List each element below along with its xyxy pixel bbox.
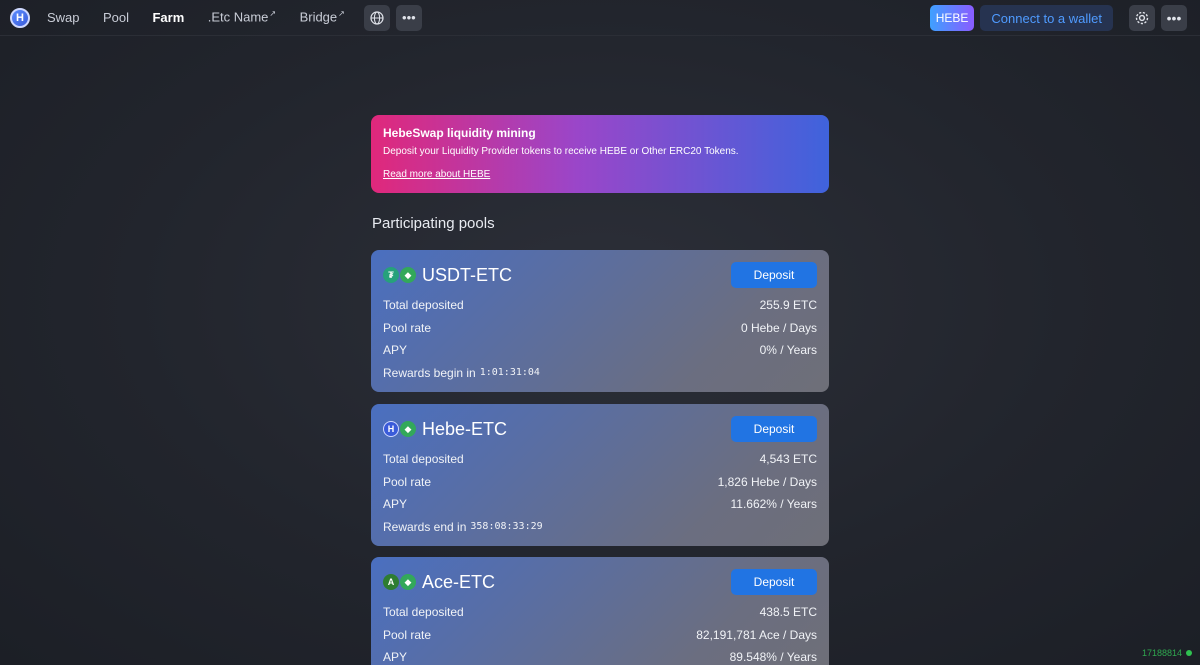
nav-swap[interactable]: Swap xyxy=(47,10,80,25)
top-navbar: H Swap Pool Farm .Etc Name↗ Bridge↗ ••• … xyxy=(0,0,1200,36)
hebeswap-logo[interactable]: H xyxy=(10,7,30,28)
nav-farm[interactable]: Farm xyxy=(152,10,184,25)
ellipsis-icon: ••• xyxy=(402,10,416,25)
hebe-token-icon: H xyxy=(383,421,399,437)
etc-token-icon: ◆ xyxy=(400,267,416,283)
banner-description: Deposit your Liquidity Provider tokens t… xyxy=(383,146,739,157)
external-link-icon: ↗ xyxy=(269,9,277,19)
apy-value: 89.548% / Years xyxy=(729,650,817,665)
nav-bridge-label: Bridge xyxy=(299,9,338,25)
apy-value: 11.662% / Years xyxy=(730,497,817,512)
hebe-token-badge[interactable]: HEBE xyxy=(929,5,975,31)
rewards-label: Rewards end in xyxy=(383,519,467,534)
total-deposited-value: 255.9 ETC xyxy=(759,298,817,313)
total-deposited-value: 438.5 ETC xyxy=(759,605,817,620)
section-title: Participating pools xyxy=(372,215,495,232)
external-link-icon: ↗ xyxy=(338,9,345,19)
pool-rate-value: 1,826 Hebe / Days xyxy=(717,474,817,489)
deposit-button[interactable]: Deposit xyxy=(731,569,817,595)
pool-card-hebe-etc: H ◆ Hebe-ETC Deposit Total deposited 4,54… xyxy=(371,404,829,546)
rewards-timer: 358:08:33:29 xyxy=(470,521,543,533)
pool-rate-value: 82,191,781 Ace / Days xyxy=(696,627,817,642)
apy-label: APY xyxy=(383,650,408,665)
total-deposited-value: 4,543 ETC xyxy=(759,452,817,467)
pool-card-ace-etc: A ◆ Ace-ETC Deposit Total deposited 438.5… xyxy=(371,557,829,665)
overflow-menu-button[interactable]: ••• xyxy=(1161,5,1187,31)
gear-icon xyxy=(1135,11,1149,25)
rewards-label: Rewards begin in xyxy=(383,365,476,380)
pool-card-usdt-etc: ₮ ◆ USDT-ETC Deposit Total deposited 255.… xyxy=(371,250,829,392)
nav-pool[interactable]: Pool xyxy=(103,10,129,25)
pool-rate-label: Pool rate xyxy=(383,474,432,489)
pool-name: Hebe-ETC xyxy=(422,418,508,439)
apy-label: APY xyxy=(383,497,408,512)
nav-bridge[interactable]: Bridge↗ xyxy=(300,9,345,24)
total-deposited-label: Total deposited xyxy=(383,298,464,313)
settings-button[interactable] xyxy=(1129,5,1155,31)
pool-rate-label: Pool rate xyxy=(383,627,432,642)
total-deposited-label: Total deposited xyxy=(383,452,464,467)
etc-token-icon: ◆ xyxy=(400,574,416,590)
etc-token-icon: ◆ xyxy=(400,421,416,437)
pool-rate-value: 0 Hebe / Days xyxy=(740,320,817,335)
language-globe-button[interactable] xyxy=(363,4,390,31)
apy-label: APY xyxy=(383,343,408,358)
pool-name: Ace-ETC xyxy=(422,571,496,592)
header-right-group: HEBE Connect to a wallet ••• xyxy=(929,5,1187,31)
block-number: 17188814 xyxy=(1141,648,1182,658)
read-more-link[interactable]: Read more about HEBE xyxy=(383,169,490,180)
block-number-indicator[interactable]: 17188814 xyxy=(1142,648,1192,658)
deposit-button[interactable]: Deposit xyxy=(731,262,817,288)
nav-etc-name-label: .Etc Name xyxy=(207,9,269,25)
connect-wallet-button[interactable]: Connect to a wallet xyxy=(980,5,1113,31)
pool-rate-label: Pool rate xyxy=(383,320,432,335)
nav-etc-name[interactable]: .Etc Name↗ xyxy=(208,9,276,24)
status-dot-icon xyxy=(1186,650,1192,656)
banner-title: HebeSwap liquidity mining xyxy=(383,126,536,140)
pool-name: USDT-ETC xyxy=(422,264,512,285)
total-deposited-label: Total deposited xyxy=(383,605,464,620)
ace-token-icon: A xyxy=(383,574,399,590)
apy-value: 0% / Years xyxy=(759,343,817,358)
rewards-timer: 1:01:31:04 xyxy=(479,367,540,379)
usdt-token-icon: ₮ xyxy=(383,267,399,283)
liquidity-mining-banner: HebeSwap liquidity mining Deposit your L… xyxy=(371,115,829,193)
more-menu-button[interactable]: ••• xyxy=(395,4,422,31)
globe-icon xyxy=(370,10,384,25)
main-nav: Swap Pool Farm .Etc Name↗ Bridge↗ xyxy=(47,9,364,27)
deposit-button[interactable]: Deposit xyxy=(731,416,817,442)
ellipsis-icon: ••• xyxy=(1166,10,1182,26)
